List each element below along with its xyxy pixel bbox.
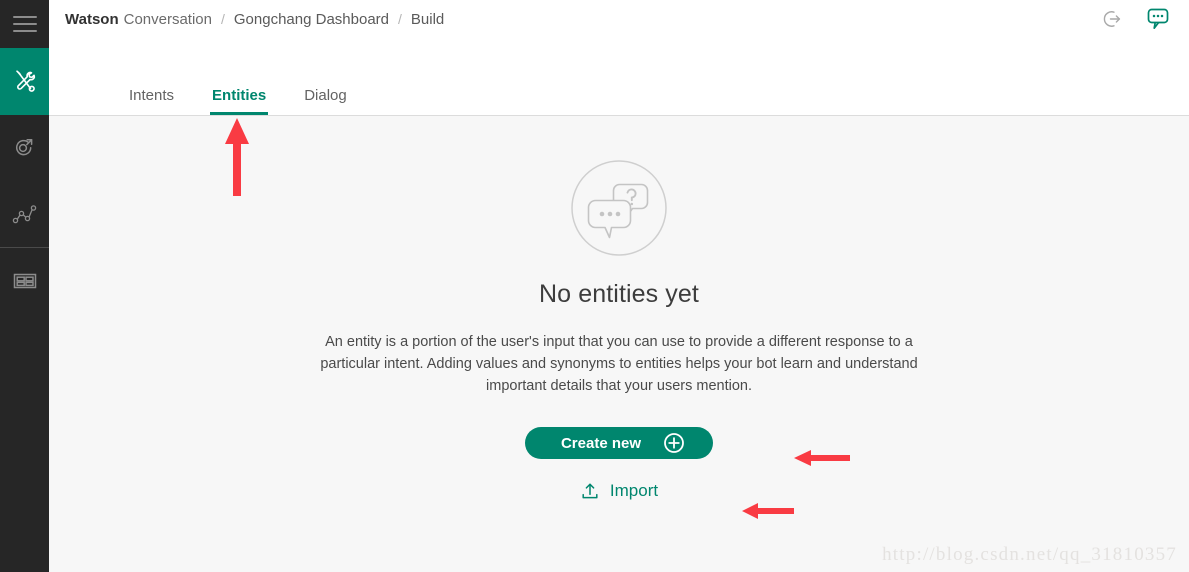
tab-bar: Intents Entities Dialog [49, 38, 1189, 116]
chat-button[interactable] [1145, 6, 1171, 32]
plus-circle-icon [664, 433, 684, 453]
app-header: Watson Conversation / Gongchang Dashboar… [49, 0, 1189, 38]
breadcrumb: Watson Conversation / Gongchang Dashboar… [65, 11, 444, 28]
sidebar-item-build-tools[interactable] [0, 48, 49, 115]
chat-bubbles-question-icon [571, 160, 667, 256]
sidebar-item-workspaces[interactable] [0, 248, 49, 314]
app-window: Watson Conversation / Gongchang Dashboar… [0, 0, 1189, 572]
tab-intents[interactable]: Intents [129, 88, 174, 115]
import-button[interactable]: Import [580, 481, 658, 501]
breadcrumb-separator: / [398, 10, 402, 27]
breadcrumb-item-dashboard[interactable]: Gongchang Dashboard [234, 11, 389, 28]
page-title: No entities yet [539, 280, 699, 308]
breadcrumb-item-build[interactable]: Build [411, 11, 444, 28]
import-label: Import [609, 481, 659, 500]
breadcrumb-product-light[interactable]: Conversation [124, 11, 212, 28]
sidebar-item-improve-analytics[interactable] [0, 181, 49, 247]
analytics-icon [12, 205, 36, 224]
content-area: No entities yet An entity is a portion o… [49, 116, 1189, 572]
logout-button[interactable] [1101, 8, 1123, 30]
sidebar-item-deploy[interactable] [0, 115, 49, 181]
breadcrumb-product-strong[interactable]: Watson [65, 11, 119, 28]
sidebar [0, 0, 49, 572]
sidebar-item-menu-toggle[interactable] [0, 0, 49, 48]
tab-entities[interactable]: Entities [210, 88, 269, 115]
create-new-label: Create new [560, 434, 642, 452]
empty-state-description: An entity is a portion of the user's inp… [320, 334, 918, 394]
watermark: http://blog.csdn.net/qq_31810357 [882, 544, 1177, 565]
hamburger-icon [12, 16, 37, 32]
tab-dialog[interactable]: Dialog [304, 88, 347, 115]
tools-icon [15, 69, 35, 92]
breadcrumb-separator: / [221, 10, 225, 27]
upload-icon [582, 483, 598, 499]
chat-bubble-icon [1147, 8, 1169, 30]
deploy-icon [15, 139, 32, 156]
main-pane: Watson Conversation / Gongchang Dashboar… [49, 0, 1189, 572]
create-new-button[interactable]: Create new [525, 427, 713, 459]
header-actions [1101, 6, 1175, 32]
logout-icon [1103, 11, 1121, 27]
grid-icon [13, 273, 36, 289]
